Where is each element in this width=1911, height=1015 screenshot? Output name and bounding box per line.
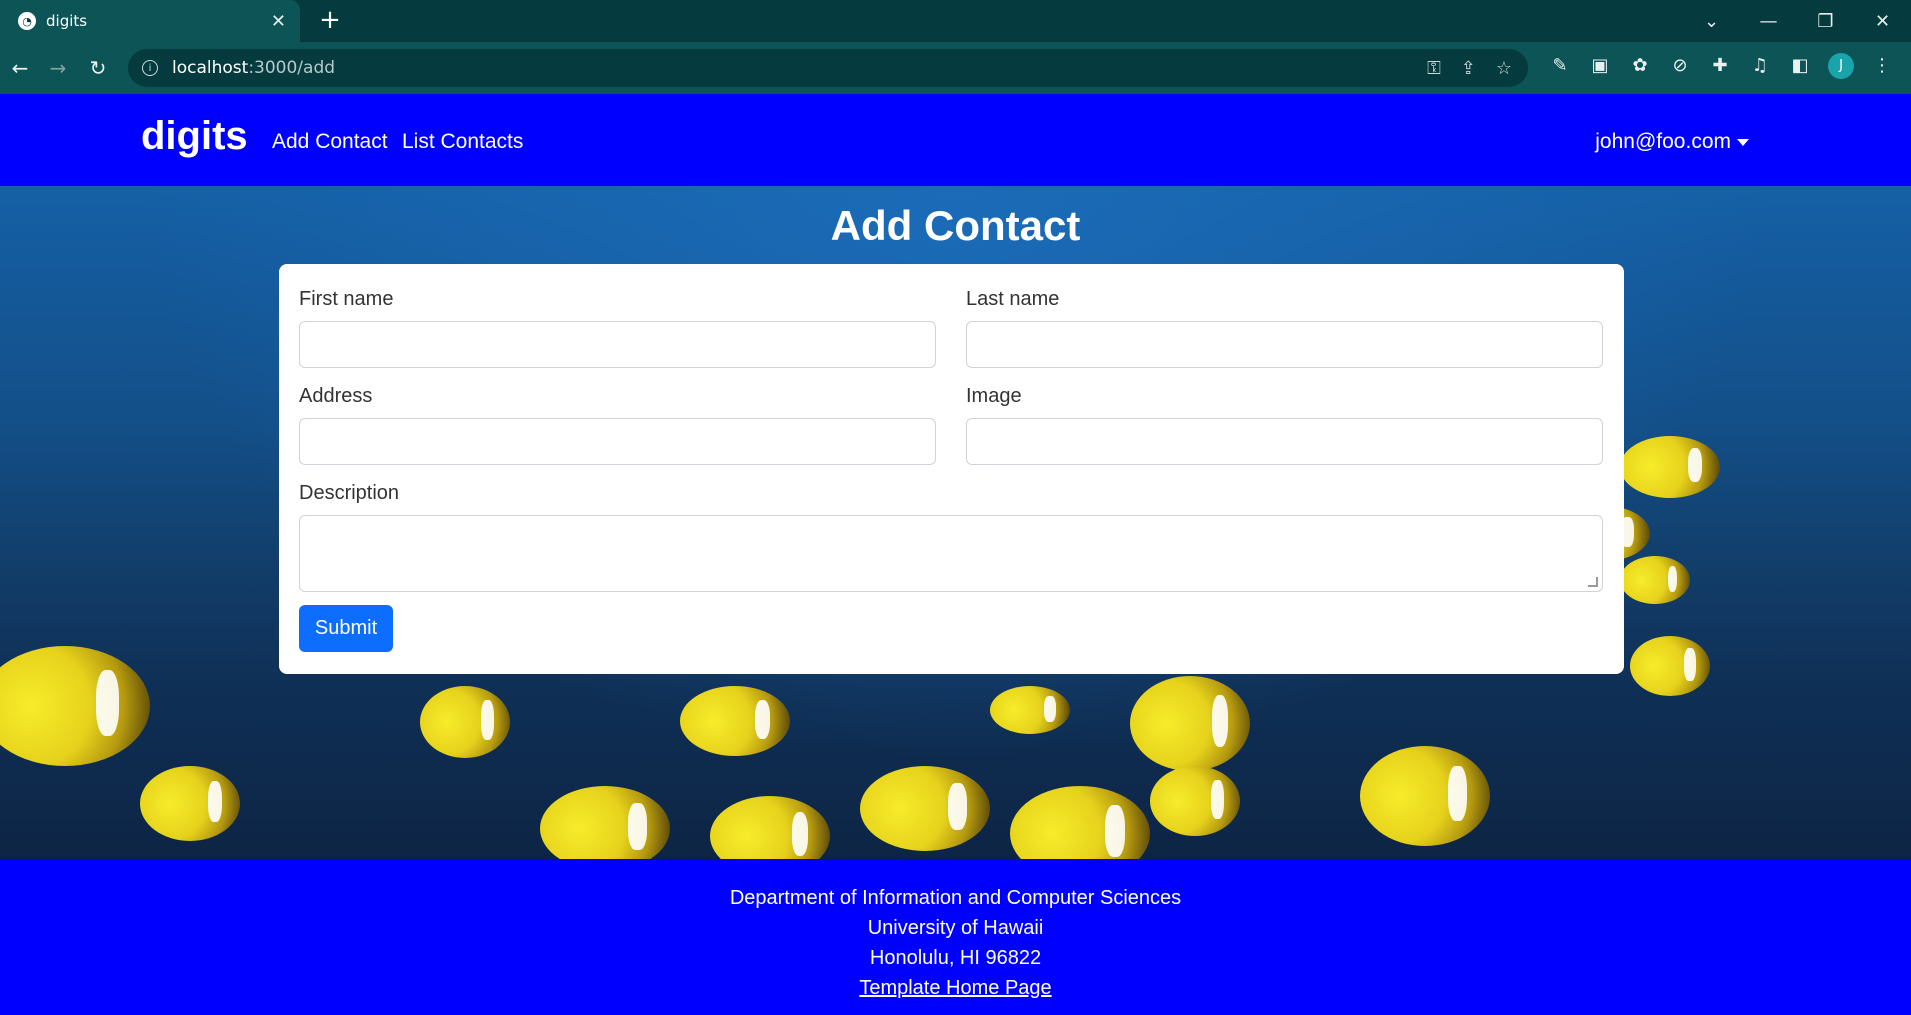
site-favicon-icon: ◔ bbox=[18, 12, 36, 30]
eyedropper-extension-icon[interactable]: ✎ bbox=[1548, 52, 1572, 80]
template-home-link[interactable]: Template Home Page bbox=[859, 977, 1051, 999]
menu-kebab-icon[interactable]: ⋮ bbox=[1870, 52, 1894, 80]
last-name-input[interactable] bbox=[966, 321, 1603, 368]
url-path: :3000/add bbox=[248, 58, 336, 78]
image-input[interactable] bbox=[966, 418, 1603, 465]
address-bar[interactable]: i localhost:3000/add ⚿ ⇪ ☆ bbox=[128, 49, 1528, 87]
browser-tab-strip: ◔ digits ✕ + ⌄ — ❐ ✕ bbox=[0, 0, 1911, 42]
browser-toolbar: ← → ↻ i localhost:3000/add ⚿ ⇪ ☆ ✎ ▣ ✿ ⊘… bbox=[0, 42, 1911, 94]
footer-address: Honolulu, HI 96822 bbox=[869, 947, 1042, 969]
extensions-puzzle-icon[interactable]: ✚ bbox=[1708, 52, 1732, 80]
minimize-icon[interactable]: — bbox=[1740, 11, 1797, 32]
resize-handle-icon[interactable] bbox=[1588, 577, 1598, 587]
profile-avatar[interactable]: J bbox=[1828, 53, 1854, 79]
restore-icon[interactable]: ❐ bbox=[1797, 11, 1854, 32]
back-icon[interactable]: ← bbox=[6, 54, 34, 82]
extension-icon[interactable]: ⊘ bbox=[1668, 52, 1692, 80]
share-icon[interactable]: ⇪ bbox=[1461, 58, 1476, 79]
page-title: Add Contact bbox=[830, 202, 1081, 249]
forward-icon[interactable]: → bbox=[44, 54, 72, 82]
extension-icon[interactable]: ✿ bbox=[1628, 52, 1652, 80]
tab-search-icon[interactable]: ⌄ bbox=[1683, 11, 1740, 32]
user-dropdown[interactable]: john@foo.com bbox=[1595, 130, 1749, 154]
footer-department: Department of Information and Computer S… bbox=[729, 887, 1182, 909]
bookmark-star-icon[interactable]: ☆ bbox=[1496, 58, 1512, 79]
main-content: Add Contact First name Last name Address… bbox=[0, 186, 1911, 859]
user-email: john@foo.com bbox=[1595, 130, 1731, 153]
close-tab-icon[interactable]: ✕ bbox=[271, 11, 286, 32]
caret-down-icon bbox=[1737, 138, 1749, 146]
browser-tab[interactable]: ◔ digits ✕ bbox=[0, 0, 300, 42]
image-label: Image bbox=[966, 385, 1022, 407]
footer-university: University of Hawaii bbox=[867, 917, 1044, 939]
nav-add-contact[interactable]: Add Contact bbox=[272, 130, 388, 154]
address-input[interactable] bbox=[299, 418, 936, 465]
close-window-icon[interactable]: ✕ bbox=[1854, 11, 1911, 32]
extensions-bar: ✎ ▣ ✿ ⊘ ✚ ♫ ◧ J ⋮ bbox=[1548, 52, 1894, 80]
submit-button[interactable]: Submit bbox=[299, 605, 393, 652]
address-label: Address bbox=[299, 385, 373, 407]
nav-list-contacts[interactable]: List Contacts bbox=[402, 130, 523, 154]
reload-icon[interactable]: ↻ bbox=[84, 54, 112, 82]
brand-logo[interactable]: digits bbox=[141, 114, 248, 159]
first-name-input[interactable] bbox=[299, 321, 936, 368]
url-host: localhost bbox=[172, 58, 249, 78]
add-contact-form: First name Last name Address Image Descr… bbox=[279, 264, 1624, 674]
description-textarea[interactable] bbox=[299, 515, 1603, 592]
media-controls-icon[interactable]: ♫ bbox=[1748, 52, 1772, 80]
password-key-icon[interactable]: ⚿ bbox=[1427, 58, 1441, 79]
site-info-icon[interactable]: i bbox=[142, 60, 158, 76]
extension-icon[interactable]: ▣ bbox=[1588, 52, 1612, 80]
side-panel-icon[interactable]: ◧ bbox=[1788, 52, 1812, 80]
window-controls: ⌄ — ❐ ✕ bbox=[1683, 0, 1911, 42]
app-navbar: digits Add Contact List Contacts john@fo… bbox=[0, 94, 1911, 186]
description-label: Description bbox=[299, 482, 400, 504]
tab-title: digits bbox=[46, 12, 88, 30]
new-tab-icon[interactable]: + bbox=[316, 7, 344, 35]
last-name-label: Last name bbox=[966, 288, 1060, 310]
footer: Department of Information and Computer S… bbox=[0, 859, 1911, 1015]
first-name-label: First name bbox=[299, 288, 394, 310]
